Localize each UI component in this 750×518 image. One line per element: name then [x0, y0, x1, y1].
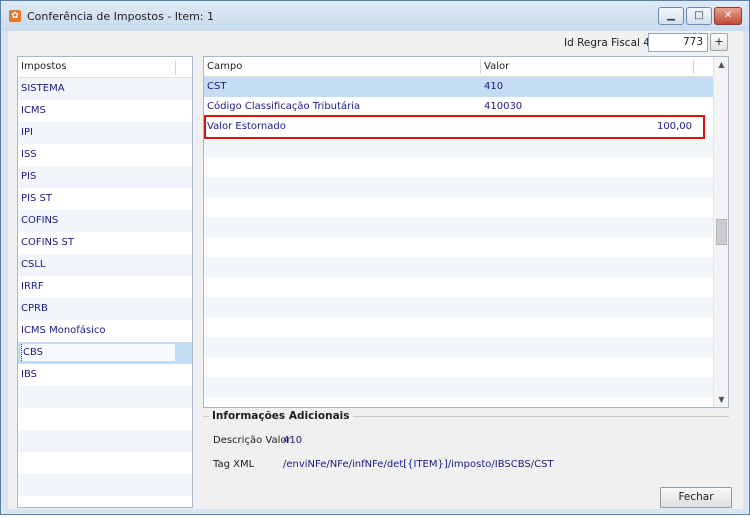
grid-cell-campo: Valor Estornado: [207, 121, 286, 132]
impostos-header-label: Impostos: [21, 61, 67, 72]
list-item[interactable]: PIS ST: [18, 188, 192, 210]
scroll-up-icon[interactable]: ▲: [714, 57, 729, 72]
client-area: Id Regra Fiscal 4.0 773 + Impostos SISTE…: [8, 31, 743, 509]
info-title: Informações Adicionais: [209, 410, 353, 422]
grid-row[interactable]: Valor Estornado 100,00: [204, 117, 714, 137]
grid-row-empty: [204, 357, 714, 377]
grid-row-empty: [204, 237, 714, 257]
list-item[interactable]: ICMS Monofásico: [18, 320, 192, 342]
grid-row-empty: [204, 157, 714, 177]
list-item-label: ICMS: [21, 105, 46, 116]
list-item[interactable]: IRRF: [18, 276, 192, 298]
grid-row-empty: [204, 277, 714, 297]
fechar-button[interactable]: Fechar: [660, 487, 732, 508]
list-item-label: CBS: [21, 343, 175, 361]
grid-row-empty: [204, 397, 714, 407]
list-item-empty: [18, 474, 192, 496]
tag-xml-label: Tag XML: [213, 459, 255, 470]
list-item[interactable]: ISS: [18, 144, 192, 166]
scroll-thumb[interactable]: [716, 219, 727, 245]
app-icon: ✿: [9, 10, 21, 22]
list-item-label: COFINS ST: [21, 237, 75, 248]
list-item[interactable]: SISTEMA: [18, 78, 192, 100]
grid-row-empty: [204, 257, 714, 277]
list-item-label: PIS ST: [21, 193, 52, 204]
grid-row-empty: [204, 377, 714, 397]
minimize-button[interactable]: ▁: [658, 7, 684, 25]
grid-cell-valor: 410030: [484, 101, 523, 112]
list-item[interactable]: ICMS: [18, 100, 192, 122]
list-item-empty: [18, 408, 192, 430]
scroll-down-icon[interactable]: ▼: [714, 392, 729, 407]
list-item-empty: [18, 430, 192, 452]
list-item-label: ISS: [21, 149, 37, 160]
regra-label: Id Regra Fiscal 4.0: [564, 37, 660, 49]
list-item-empty: [18, 452, 192, 474]
col-valor-header[interactable]: Valor: [484, 57, 509, 76]
grid-scrollbar[interactable]: ▲ ▼: [713, 57, 728, 407]
grid-cell-valor: 410: [484, 81, 504, 92]
list-item-label: COFINS: [21, 215, 59, 226]
list-item[interactable]: COFINS: [18, 210, 192, 232]
list-item-label: PIS: [21, 171, 37, 182]
list-item-empty: [18, 386, 192, 408]
grid-cell-campo: Código Classificação Tributária: [207, 101, 361, 112]
grid-row-empty: [204, 217, 714, 237]
grid-header: Campo Valor: [204, 57, 714, 77]
list-item-label: IBS: [21, 369, 37, 380]
descricao-value: 410: [283, 435, 303, 446]
grid-cell-campo: CST: [207, 81, 227, 92]
grid-row-empty: [204, 317, 714, 337]
grid-row-empty: [204, 177, 714, 197]
impostos-list: Impostos SISTEMA ICMS IPI ISS PIS PIS ST COFIN…: [17, 56, 193, 508]
descricao-label: Descrição Valor: [213, 435, 291, 446]
impostos-header: Impostos: [18, 57, 192, 78]
info-adicionais: Informações Adicionais Descrição Valor 4…: [203, 410, 729, 476]
maximize-button[interactable]: □: [686, 7, 712, 25]
campos-grid: Campo Valor CST 410 Código Classificação…: [203, 56, 729, 408]
list-item[interactable]: CSLL: [18, 254, 192, 276]
list-item-label: IPI: [21, 127, 33, 138]
list-item[interactable]: PIS: [18, 166, 192, 188]
list-item-label: CPRB: [21, 303, 48, 314]
grid-row-empty: [204, 197, 714, 217]
col-separator: [693, 60, 694, 74]
list-item-label: CSLL: [21, 259, 46, 270]
list-item-label: IRRF: [21, 281, 44, 292]
list-item-label: SISTEMA: [21, 83, 65, 94]
grid-row-empty: [204, 337, 714, 357]
list-item-label: ICMS Monofásico: [21, 325, 106, 336]
window-title: Conferência de Impostos - Item: 1: [27, 10, 215, 23]
conferencia-window: ✿ Conferência de Impostos - Item: 1 ▁ □ …: [0, 0, 750, 515]
tag-xml-value: /enviNFe/NFe/infNFe/det[{ITEM}]/imposto/…: [283, 459, 554, 470]
header-separator: [175, 60, 176, 75]
close-button[interactable]: ✕: [714, 7, 742, 25]
col-separator: [480, 60, 481, 74]
impostos-rows: SISTEMA ICMS IPI ISS PIS PIS ST COFINS COFINS S…: [18, 78, 192, 518]
regra-input[interactable]: 773: [648, 33, 708, 52]
list-item[interactable]: CBS: [18, 342, 192, 364]
title-bar: ✿ Conferência de Impostos - Item: 1 ▁ □ …: [1, 1, 749, 31]
add-regra-button[interactable]: +: [710, 33, 728, 51]
list-item[interactable]: COFINS ST: [18, 232, 192, 254]
grid-row-empty: [204, 297, 714, 317]
grid-row-empty: [204, 137, 714, 157]
list-item[interactable]: CPRB: [18, 298, 192, 320]
grid-row[interactable]: CST 410: [204, 77, 714, 97]
col-campo-header[interactable]: Campo: [207, 57, 242, 76]
grid-row[interactable]: Código Classificação Tributária 410030: [204, 97, 714, 117]
list-item[interactable]: IBS: [18, 364, 192, 386]
grid-body: CST 410 Código Classificação Tributária …: [204, 77, 714, 407]
grid-cell-valor: 100,00: [657, 121, 692, 132]
list-item[interactable]: IPI: [18, 122, 192, 144]
